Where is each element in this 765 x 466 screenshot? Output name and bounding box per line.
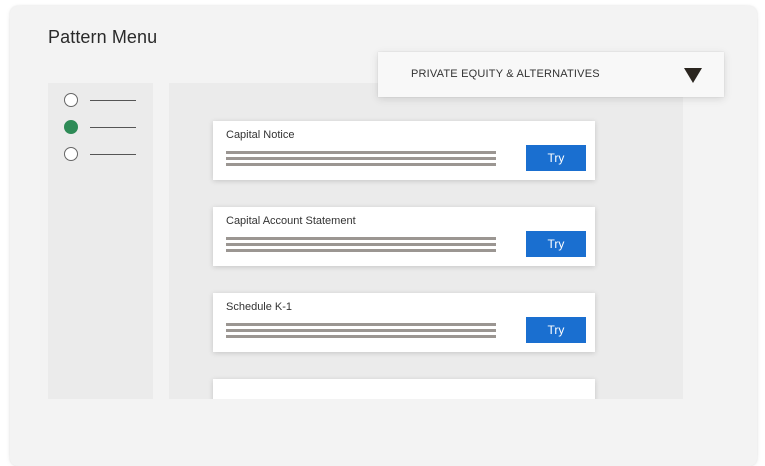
pattern-card: Capital Notice Try	[213, 121, 595, 180]
radio-option-3[interactable]	[64, 147, 139, 163]
pattern-card: Schedule K-1 Try	[213, 293, 595, 352]
card-title: Capital Account Statement	[226, 215, 356, 227]
pattern-card: Capital Account Statement Try	[213, 207, 595, 266]
sidebar	[48, 83, 153, 399]
radio-option-2[interactable]	[64, 120, 139, 136]
radio-option-1[interactable]	[64, 93, 139, 109]
placeholder-line	[90, 127, 136, 128]
card-title: Capital Notice	[226, 129, 295, 141]
try-button[interactable]: Try	[526, 317, 586, 343]
category-dropdown[interactable]: PRIVATE EQUITY & ALTERNATIVES	[378, 52, 724, 97]
placeholder-line	[90, 100, 136, 101]
radio-button[interactable]	[64, 147, 78, 161]
card-title: Schedule K-1	[226, 301, 293, 313]
radio-button-selected[interactable]	[64, 120, 78, 134]
try-button[interactable]: Try	[526, 145, 586, 171]
card-placeholder-lines	[226, 151, 496, 169]
page-title: Pattern Menu	[48, 27, 158, 47]
try-button[interactable]: Try	[526, 231, 586, 257]
card-placeholder-lines	[226, 237, 496, 255]
pattern-list-panel: Capital Notice Try Capital Account State…	[169, 83, 683, 399]
dropdown-selected-value: PRIVATE EQUITY & ALTERNATIVES	[411, 68, 600, 80]
placeholder-line	[90, 154, 136, 155]
card-placeholder-lines	[226, 323, 496, 341]
caret-down-icon[interactable]	[684, 68, 702, 83]
pattern-card-partial	[213, 379, 595, 399]
radio-button[interactable]	[64, 93, 78, 107]
